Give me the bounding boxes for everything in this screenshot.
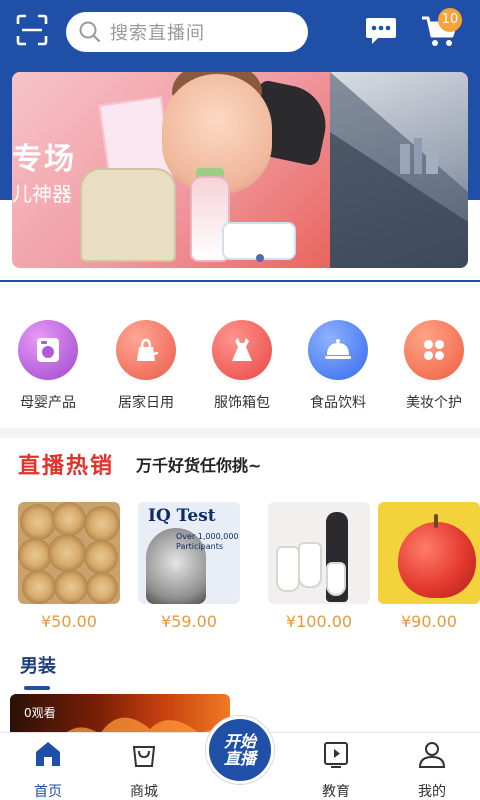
iq-test-image: IQ Test Over 1,000,000 Participants [138,502,240,604]
nav-education-label: 教育 [322,784,350,800]
tab-underline [24,686,50,690]
home-goods-icon [116,320,176,380]
category-home-daily[interactable]: 居家日用 [98,316,194,412]
search-icon [79,21,101,43]
user-icon [418,742,446,768]
cart-badge: 10 [438,8,462,32]
washing-machine-icon [18,320,78,380]
product-price: ¥100.00 [285,612,353,631]
iq-test-title: IQ Test [148,506,216,526]
building-image [330,72,468,268]
baby-sweater-image [80,168,176,262]
category-beauty-care[interactable]: 美妆个护 [386,316,480,412]
video-view-count: 0观看 [24,706,56,720]
message-icon[interactable] [364,16,398,46]
category-row: 母婴产品 居家日用 服饰箱包 食品饮料 美妆个护 [0,316,480,412]
home-icon [36,742,60,766]
banner-slide-baby: 专场 儿神器 [12,72,333,268]
banner-subline: 儿神器 [12,182,72,206]
shopping-bag-icon [132,746,156,767]
search-bar[interactable]: 搜索直播间 [66,12,308,52]
category-label: 母婴产品 [20,395,76,411]
banner-headline: 专场 [12,142,76,177]
banner-slide-architecture [330,72,468,268]
apple-image [378,502,480,604]
nav-home[interactable]: 首页 [0,739,96,800]
live-hot-subtitle: 万千好货任你挑~ [136,456,262,475]
category-label: 美妆个护 [406,395,462,411]
product-card[interactable]: ¥100.00 [268,502,370,631]
product-card[interactable]: ¥50.00 [18,502,120,631]
category-mother-baby[interactable]: 母婴产品 [0,316,96,412]
category-label: 食品饮料 [310,395,366,411]
iq-test-subtitle: Over 1,000,000 Participants [176,532,239,551]
product-price: ¥90.00 [401,612,457,631]
food-cloche-icon [308,320,368,380]
search-placeholder: 搜索直播间 [110,23,205,44]
section-divider [0,428,480,438]
start-live-button[interactable]: 开始直播 [206,716,274,784]
category-label: 服饰箱包 [214,395,270,411]
nav-profile-label: 我的 [418,784,446,800]
tab-menswear[interactable]: 男装 [20,652,56,678]
category-label: 居家日用 [118,395,174,411]
product-price: ¥59.00 [161,612,217,631]
dress-icon [212,320,272,380]
nav-education[interactable]: 教育 [288,739,384,800]
live-hot-title: 直播热销 [18,454,115,479]
start-live-label: 开始直播 [223,732,256,768]
category-apparel-bags[interactable]: 服饰箱包 [194,316,290,412]
category-food-drink[interactable]: 食品饮料 [290,316,386,412]
nav-profile[interactable]: 我的 [384,739,480,800]
nav-mall-label: 商城 [130,784,158,800]
product-price: ¥50.00 [41,612,97,631]
boots-image [268,502,370,604]
product-row: ¥50.00 IQ Test Over 1,000,000 Participan… [0,502,480,638]
video-book-icon [324,742,348,768]
carousel-dot[interactable] [256,254,264,262]
scan-icon[interactable] [16,14,48,46]
nav-home-label: 首页 [34,784,62,800]
product-card[interactable]: IQ Test Over 1,000,000 Participants ¥59.… [138,502,240,631]
beauty-icon [404,320,464,380]
firewood-image [18,502,120,604]
product-card[interactable]: ¥90.00 [378,502,480,631]
promo-banner[interactable]: 专场 儿神器 [12,72,468,268]
top-header: 搜索直播间 10 [0,0,480,62]
nav-mall[interactable]: 商城 [96,739,192,800]
